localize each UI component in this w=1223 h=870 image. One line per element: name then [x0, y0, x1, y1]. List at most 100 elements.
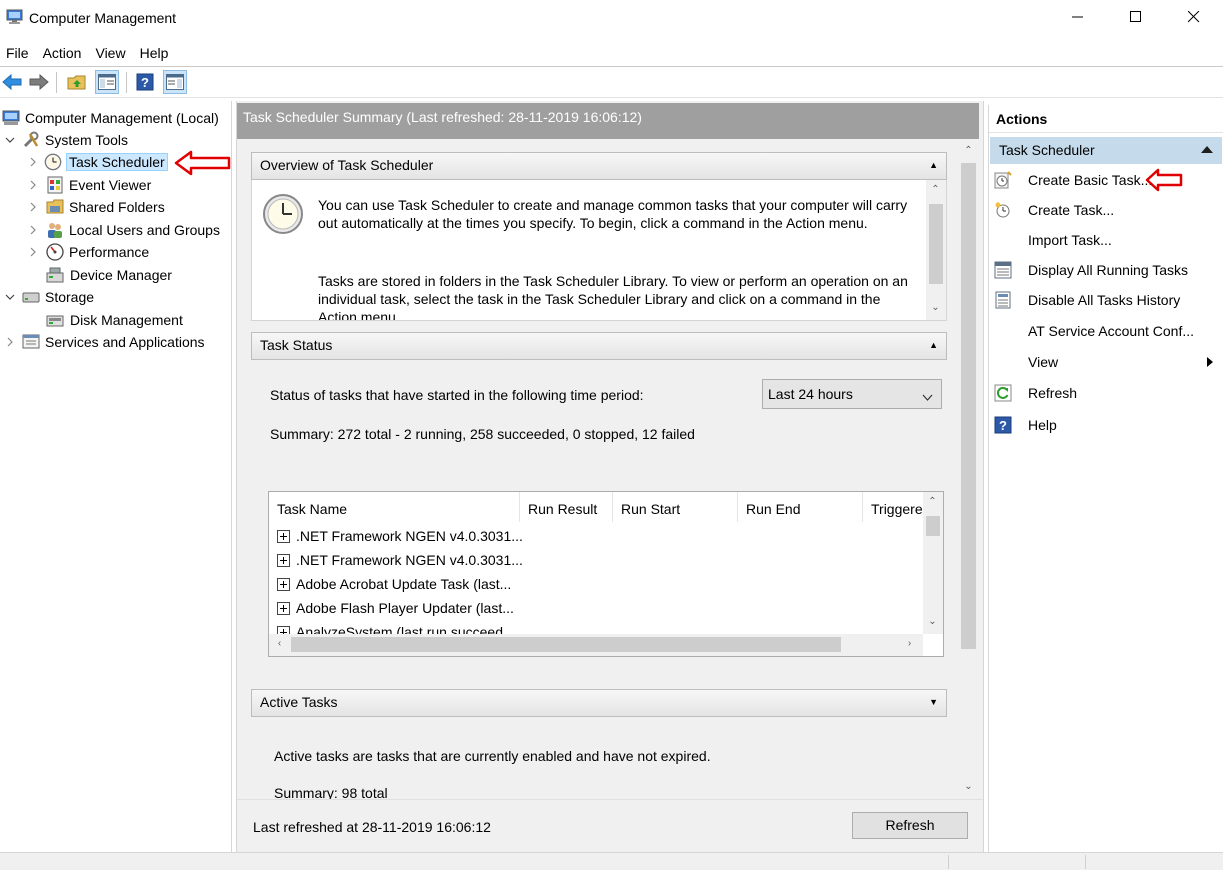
- action-disable-tasks-history[interactable]: Disable All Tasks History: [993, 287, 1219, 313]
- tree-item-performance[interactable]: Performance: [26, 241, 149, 263]
- chevron-down-icon[interactable]: [3, 290, 17, 304]
- expand-icon[interactable]: [277, 625, 290, 634]
- col-run-start[interactable]: Run Start: [613, 492, 738, 522]
- overview-scrollbar[interactable]: ⌃ ⌄: [926, 180, 946, 320]
- menu-file[interactable]: File: [0, 42, 36, 64]
- col-run-end[interactable]: Run End: [738, 492, 863, 522]
- active-tasks-section-header[interactable]: Active Tasks ▼: [251, 689, 947, 717]
- chevron-right-icon[interactable]: [26, 223, 40, 237]
- tree-item-storage[interactable]: Storage: [3, 286, 94, 308]
- maximize-button[interactable]: [1107, 0, 1165, 34]
- expand-icon[interactable]: [277, 601, 290, 615]
- action-import-task[interactable]: Import Task...: [993, 227, 1219, 253]
- status-divider: [1085, 855, 1086, 869]
- blank-icon: [993, 352, 1013, 372]
- scroll-down-arrow[interactable]: ⌄: [924, 616, 941, 627]
- actions-section-task-scheduler[interactable]: Task Scheduler: [990, 137, 1222, 164]
- expand-icon[interactable]: [277, 577, 290, 591]
- refresh-button[interactable]: Refresh: [852, 812, 968, 839]
- tree-item-event-viewer[interactable]: Event Viewer: [26, 174, 151, 196]
- chevron-down-icon[interactable]: [3, 133, 17, 147]
- table-row[interactable]: .NET Framework NGEN v4.0.3031...: [277, 524, 523, 548]
- disk-management-icon: [46, 311, 64, 329]
- expand-icon[interactable]: [277, 529, 290, 543]
- performance-icon: [46, 243, 64, 261]
- red-arrow-annotation: [174, 150, 231, 176]
- scroll-thumb[interactable]: [961, 163, 976, 649]
- blank-icon: [993, 230, 1013, 250]
- task-status-section-header[interactable]: Task Status ▲: [251, 332, 947, 360]
- grid-horizontal-scrollbar[interactable]: ‹ ›: [269, 634, 923, 656]
- clock-icon: [44, 153, 62, 171]
- overview-paragraph-2: Tasks are stored in folders in the Task …: [318, 273, 908, 321]
- table-row[interactable]: Adobe Flash Player Updater (last...: [277, 596, 514, 620]
- scroll-thumb[interactable]: [929, 204, 943, 284]
- table-row[interactable]: AnalyzeSystem (last run succeed...: [277, 620, 515, 634]
- minimize-button[interactable]: [1049, 0, 1107, 34]
- menu-help[interactable]: Help: [133, 42, 176, 64]
- scroll-thumb[interactable]: [926, 516, 940, 536]
- table-row[interactable]: .NET Framework NGEN v4.0.3031...: [277, 548, 523, 572]
- chevron-down-icon: [922, 389, 933, 405]
- action-view[interactable]: View: [993, 349, 1219, 375]
- scroll-right-arrow[interactable]: ›: [901, 638, 918, 649]
- collapse-icon[interactable]: ▼: [929, 697, 938, 707]
- tree-item-services-applications[interactable]: Services and Applications: [3, 331, 205, 353]
- tree-item-task-scheduler[interactable]: Task Scheduler: [26, 151, 168, 173]
- overview-section-header[interactable]: Overview of Task Scheduler ▲: [251, 152, 947, 180]
- tree-item-local-users[interactable]: Local Users and Groups: [26, 219, 220, 241]
- action-display-running-tasks[interactable]: Display All Running Tasks: [993, 257, 1219, 283]
- center-scrollbar[interactable]: ⌃ ⌄: [958, 141, 979, 799]
- tree-item-shared-folders[interactable]: Shared Folders: [26, 196, 165, 218]
- help-icon[interactable]: ?: [133, 70, 157, 94]
- actions-title: Actions: [989, 105, 1223, 133]
- scroll-up-arrow[interactable]: ⌃: [927, 184, 944, 195]
- scroll-up-arrow[interactable]: ⌃: [924, 496, 941, 507]
- up-folder-icon[interactable]: [65, 70, 89, 94]
- event-viewer-icon: [46, 176, 64, 194]
- chevron-right-icon[interactable]: [3, 335, 17, 349]
- center-pane: Task Scheduler Summary (Last refreshed: …: [236, 101, 984, 852]
- col-run-result[interactable]: Run Result: [520, 492, 613, 522]
- col-task-name[interactable]: Task Name: [269, 492, 520, 522]
- chevron-right-icon[interactable]: [26, 155, 40, 169]
- forward-arrow-icon[interactable]: [27, 70, 51, 94]
- action-at-service-account[interactable]: AT Service Account Conf...: [993, 318, 1219, 344]
- scroll-down-arrow[interactable]: ⌄: [960, 781, 977, 792]
- close-button[interactable]: [1165, 0, 1223, 34]
- collapse-icon[interactable]: [1201, 146, 1213, 153]
- expand-icon[interactable]: [277, 553, 290, 567]
- action-create-task[interactable]: Create Task...: [993, 197, 1219, 223]
- grid-header: Task Name Run Result Run Start Run End T…: [269, 492, 923, 522]
- chevron-right-icon[interactable]: [26, 245, 40, 259]
- chevron-right-icon[interactable]: [26, 178, 40, 192]
- table-row[interactable]: Adobe Acrobat Update Task (last...: [277, 572, 511, 596]
- tree-item-system-tools[interactable]: System Tools: [3, 129, 128, 151]
- col-triggered[interactable]: Triggered: [863, 492, 923, 522]
- computer-management-icon: [6, 9, 23, 24]
- tree-item-device-manager[interactable]: Device Manager: [46, 264, 172, 286]
- title-bar: Computer Management: [0, 0, 1223, 36]
- collapse-icon[interactable]: ▲: [929, 340, 938, 350]
- menu-action[interactable]: Action: [36, 42, 89, 64]
- action-create-basic-task[interactable]: Create Basic Task...: [993, 167, 1219, 193]
- scroll-down-arrow[interactable]: ⌄: [927, 302, 944, 313]
- time-period-select[interactable]: Last 24 hours: [762, 379, 942, 409]
- scroll-left-arrow[interactable]: ‹: [271, 638, 288, 649]
- collapse-icon[interactable]: ▲: [929, 160, 938, 170]
- back-arrow-icon[interactable]: [0, 70, 24, 94]
- task-status-summary: Summary: 272 total - 2 running, 258 succ…: [270, 426, 695, 442]
- chevron-right-icon[interactable]: [26, 200, 40, 214]
- scroll-up-arrow[interactable]: ⌃: [960, 145, 977, 156]
- show-hide-tree-icon[interactable]: [95, 70, 119, 94]
- action-refresh[interactable]: Refresh: [993, 380, 1219, 406]
- tree-item-disk-management[interactable]: Disk Management: [46, 309, 183, 331]
- active-tasks-description: Active tasks are tasks that are currentl…: [274, 748, 711, 764]
- show-hide-action-pane-icon[interactable]: [163, 70, 187, 94]
- menu-view[interactable]: View: [88, 42, 132, 64]
- action-help[interactable]: ? Help: [993, 412, 1219, 438]
- tree-item-root[interactable]: Computer Management (Local): [2, 107, 219, 129]
- scroll-thumb[interactable]: [291, 637, 841, 652]
- toolbar: ?: [0, 66, 1223, 98]
- grid-vertical-scrollbar[interactable]: ⌃ ⌄: [923, 492, 943, 634]
